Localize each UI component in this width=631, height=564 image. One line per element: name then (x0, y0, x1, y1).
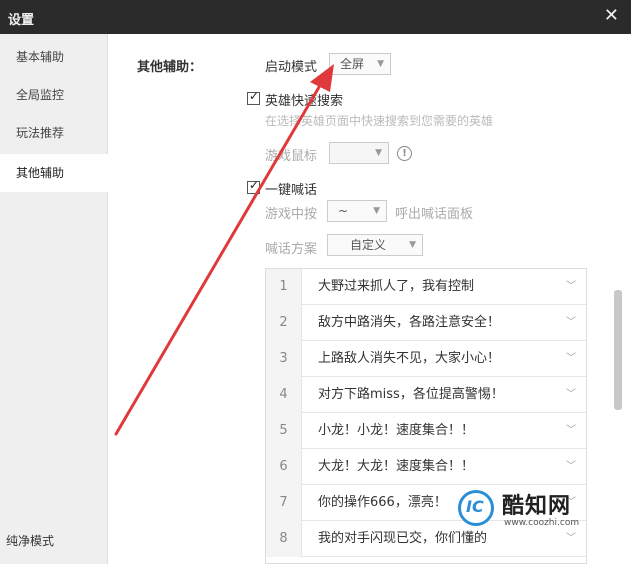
game-cursor-select[interactable]: ▼ (329, 142, 389, 164)
section-title: 其他辅助： (137, 60, 203, 75)
phrase-row[interactable]: 5 小龙！小龙！速度集合！！ ﹀ (266, 413, 586, 449)
chevron-down-icon[interactable]: ﹀ (566, 377, 576, 413)
chevron-down-icon[interactable]: ﹀ (566, 449, 576, 485)
phrase-text: 你的操作666，漂亮！ (318, 495, 447, 510)
pure-mode-label: 纯净模式 (6, 534, 55, 548)
quick-shout-label: 一键喊话 (265, 183, 318, 198)
quick-search-checkbox[interactable]: ✓ (247, 89, 260, 105)
phrase-number: 6 (266, 449, 302, 485)
launch-mode-select[interactable]: 全屏 ▼ (329, 53, 391, 75)
chevron-down-icon[interactable]: ﹀ (566, 413, 576, 449)
watermark-url: www.coozhi.com (504, 518, 580, 528)
game-cursor-label: 游戏鼠标 (265, 149, 318, 164)
phrase-row[interactable]: 1 大野过来抓人了，我有控制 ﹀ (266, 269, 586, 305)
chevron-down-icon: ▼ (377, 59, 384, 69)
close-icon[interactable]: ✕ (604, 6, 619, 26)
chevron-down-icon: ▼ (373, 206, 380, 216)
quick-search-hint: 在选择英雄页面中快速搜索到您需要的英雄 (265, 114, 494, 128)
sidebar: 基本辅助 全局监控 玩法推荐 其他辅助 纯净模式 (0, 34, 108, 564)
launch-mode-value: 全屏 (340, 57, 365, 71)
phrase-text: 上路敌人消失不见，大家小心！ (318, 351, 501, 366)
chevron-down-icon[interactable]: ﹀ (566, 341, 576, 377)
chevron-down-icon: ▼ (409, 240, 416, 250)
shout-hotkey-value: ~ (338, 204, 349, 218)
phrase-text: 小龙！小龙！速度集合！！ (318, 423, 475, 438)
phrase-number: 5 (266, 413, 302, 449)
quick-shout-checkbox[interactable]: ✓ (247, 178, 260, 194)
phrase-row[interactable]: 4 对方下路miss，各位提高警惕！ ﹀ (266, 377, 586, 413)
shout-scheme-value: 自定义 (350, 238, 387, 252)
sidebar-item-global-monitor[interactable]: 全局监控 (0, 76, 108, 114)
phrase-text: 敌方中路消失，各路注意安全！ (318, 315, 501, 330)
sidebar-item-gameplay[interactable]: 玩法推荐 (0, 114, 108, 152)
quick-search-label: 英雄快速搜索 (265, 94, 344, 109)
window-title: 设置 (8, 13, 35, 28)
checkmark-icon: ✓ (249, 89, 260, 103)
chevron-down-icon: ▼ (375, 148, 382, 158)
sidebar-item-other[interactable]: 其他辅助 (0, 154, 108, 192)
watermark-name: 酷知网 (502, 494, 572, 519)
phrase-number: 7 (266, 485, 302, 521)
phrase-number: 2 (266, 305, 302, 341)
shout-scheme-label: 喊话方案 (265, 242, 318, 257)
phrase-number: 1 (266, 269, 302, 305)
phrase-text: 对方下路miss，各位提高警惕！ (318, 387, 504, 402)
phrase-row[interactable]: 2 敌方中路消失，各路注意安全！ ﹀ (266, 305, 586, 341)
phrase-row[interactable]: 3 上路敌人消失不见，大家小心！ ﹀ (266, 341, 586, 377)
watermark: IC 酷知网 www.coozhi.com (458, 482, 608, 538)
scrollbar-thumb[interactable] (614, 290, 622, 410)
shout-hotkey-suffix: 呼出喊话面板 (395, 207, 474, 222)
phrase-number: 3 (266, 341, 302, 377)
title-bar: 设置 ✕ (0, 0, 631, 34)
shout-scheme-select[interactable]: 自定义 ▼ (327, 234, 423, 256)
chevron-down-icon[interactable]: ﹀ (566, 269, 576, 305)
shout-hotkey-select[interactable]: ~ ▼ (327, 200, 387, 222)
phrase-number: 8 (266, 521, 302, 557)
pure-mode-toggle[interactable]: 纯净模式 (6, 532, 54, 549)
info-icon[interactable]: ! (397, 146, 412, 161)
chevron-down-icon[interactable]: ﹀ (566, 305, 576, 341)
shout-hotkey-label: 游戏中按 (265, 207, 318, 222)
phrase-text: 大野过来抓人了，我有控制 (318, 279, 475, 294)
phrase-text: 大龙！大龙！速度集合！！ (318, 459, 475, 474)
checkmark-icon: ✓ (249, 178, 260, 192)
sidebar-item-basic[interactable]: 基本辅助 (0, 38, 108, 76)
launch-mode-label: 启动模式 (265, 60, 318, 75)
phrase-row[interactable]: 6 大龙！大龙！速度集合！！ ﹀ (266, 449, 586, 485)
phrase-number: 4 (266, 377, 302, 413)
watermark-logo-icon: IC (458, 490, 494, 526)
